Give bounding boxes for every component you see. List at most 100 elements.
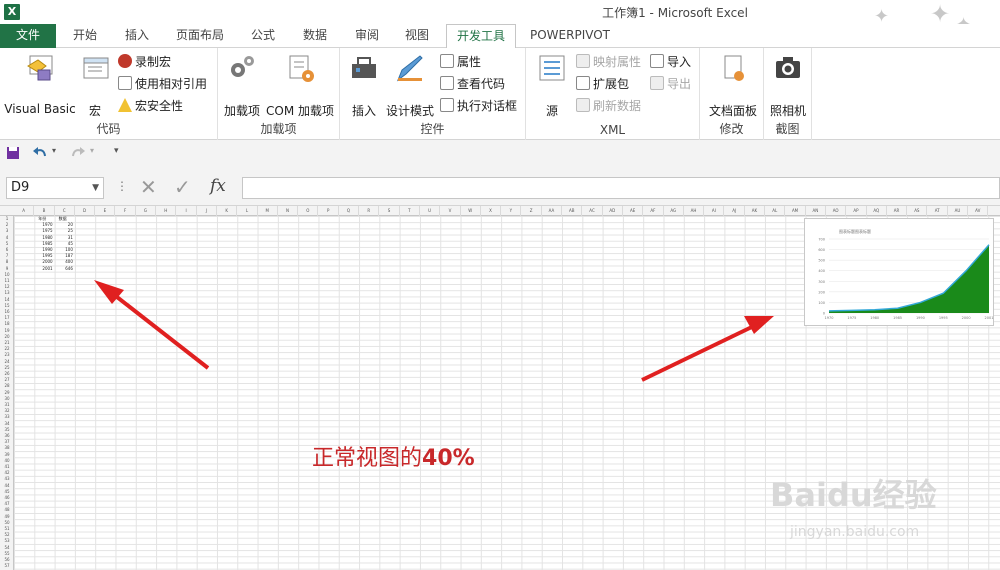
row-header[interactable]: 55 [0,551,14,557]
column-header[interactable]: AG [664,206,684,216]
row-header[interactable]: 33 [0,414,14,420]
row-header[interactable]: 40 [0,458,14,464]
column-header[interactable]: AC [582,206,603,216]
row-header[interactable]: 44 [0,483,14,489]
column-header[interactable]: AQ [867,206,887,216]
design-mode-button[interactable]: 设计模式 [384,52,436,119]
column-header[interactable]: AA [542,206,563,216]
column-header[interactable]: AU [948,206,969,216]
row-header[interactable]: 51 [0,526,14,532]
row-header[interactable]: 49 [0,514,14,520]
row-header[interactable]: 26 [0,371,14,377]
expansion-packs-button[interactable]: 扩展包 [576,74,629,94]
undo-dropdown-icon[interactable]: ▾ [52,146,56,155]
row-header[interactable]: 15 [0,303,14,309]
column-header[interactable]: N [278,206,299,216]
column-header[interactable]: AO [826,206,847,216]
row-header[interactable]: 36 [0,433,14,439]
column-header[interactable]: AI [704,206,725,216]
row-header[interactable]: 6 [0,247,14,253]
column-header[interactable]: E [95,206,116,216]
name-box[interactable]: D9 ▼ [6,177,104,199]
row-header[interactable]: 28 [0,383,14,389]
row-header[interactable]: 30 [0,396,14,402]
tab-page-layout[interactable]: 页面布局 [166,24,234,48]
row-header[interactable]: 10 [0,272,14,278]
row-header[interactable]: 24 [0,359,14,365]
column-header[interactable]: Y [501,206,522,216]
name-box-dropdown-icon[interactable]: ▼ [92,178,99,198]
redo-dropdown-icon[interactable]: ▾ [90,146,94,155]
row-header[interactable]: 42 [0,470,14,476]
formula-input[interactable] [242,177,1000,199]
column-header[interactable]: AT [928,206,948,216]
tab-view[interactable]: 视图 [394,24,440,48]
column-header[interactable]: V [440,206,461,216]
properties-button[interactable]: 属性 [440,52,481,72]
column-header[interactable]: L [237,206,258,216]
column-header[interactable]: AD [603,206,623,216]
tab-data[interactable]: 数据 [292,24,338,48]
row-header[interactable]: 22 [0,346,14,352]
column-header[interactable]: B [34,206,55,216]
xml-source-button[interactable]: 源 [534,52,570,119]
column-header[interactable]: O [298,206,319,216]
row-header[interactable]: 21 [0,340,14,346]
more-options-icon[interactable]: ⋮ [116,179,128,193]
column-header[interactable]: AK [745,206,766,216]
row-header[interactable]: 20 [0,334,14,340]
row-header[interactable]: 5 [0,241,14,247]
tab-formulas[interactable]: 公式 [240,24,286,48]
refresh-data-button[interactable]: 刷新数据 [576,96,641,116]
insert-function-icon[interactable]: fx [210,176,226,196]
export-button[interactable]: 导出 [650,74,691,94]
row-header[interactable]: 57 [0,563,14,569]
column-header[interactable]: AL [765,206,786,216]
row-header[interactable]: 47 [0,501,14,507]
undo-icon[interactable] [32,146,48,160]
column-header[interactable]: Z [522,206,542,216]
column-header[interactable]: K [217,206,238,216]
column-header[interactable]: AB [562,206,583,216]
row-header[interactable]: 9 [0,266,14,272]
row-header[interactable]: 53 [0,538,14,544]
com-addins-button[interactable]: COM 加载项 [264,52,336,119]
embedded-chart[interactable]: 图表标题图表标题 700 600 500 400 300 200 100 0 1970 1975 19… [804,218,994,326]
customize-qat-icon[interactable]: ▾ [114,146,119,156]
row-header[interactable]: 16 [0,309,14,315]
column-header[interactable]: AV [968,206,989,216]
column-header[interactable]: I [176,206,197,216]
row-header[interactable]: 41 [0,464,14,470]
column-header[interactable]: AM [785,206,806,216]
row-header[interactable]: 12 [0,284,14,290]
column-header[interactable]: A [14,206,35,216]
column-header[interactable]: AS [907,206,928,216]
document-panel-button[interactable]: 文档面板 [706,52,760,119]
import-button[interactable]: 导入 [650,52,691,72]
column-header[interactable]: AF [643,206,664,216]
row-header[interactable]: 34 [0,421,14,427]
row-header[interactable]: 11 [0,278,14,284]
column-header[interactable]: M [258,206,278,216]
row-header[interactable]: 25 [0,365,14,371]
addins-button[interactable]: 加载项 [224,52,260,119]
row-header[interactable]: 43 [0,476,14,482]
column-header[interactable]: G [136,206,157,216]
visual-basic-button[interactable]: Visual Basic [4,52,76,116]
view-code-button[interactable]: 查看代码 [440,74,505,94]
row-header[interactable]: 56 [0,557,14,563]
column-header[interactable]: J [197,206,217,216]
redo-icon[interactable] [70,146,86,160]
save-icon[interactable] [6,146,20,160]
row-header[interactable]: 19 [0,328,14,334]
row-header[interactable]: 4 [0,235,14,241]
column-header[interactable]: AE [623,206,644,216]
column-header[interactable]: X [481,206,502,216]
camera-button[interactable]: 照相机 [768,52,808,119]
row-header[interactable]: 48 [0,507,14,513]
tab-home[interactable]: 开始 [62,24,108,48]
column-header[interactable]: F [116,206,136,216]
row-header[interactable]: 3 [0,228,14,234]
column-header[interactable]: C [55,206,75,216]
relative-reference-button[interactable]: 使用相对引用 [118,74,207,94]
